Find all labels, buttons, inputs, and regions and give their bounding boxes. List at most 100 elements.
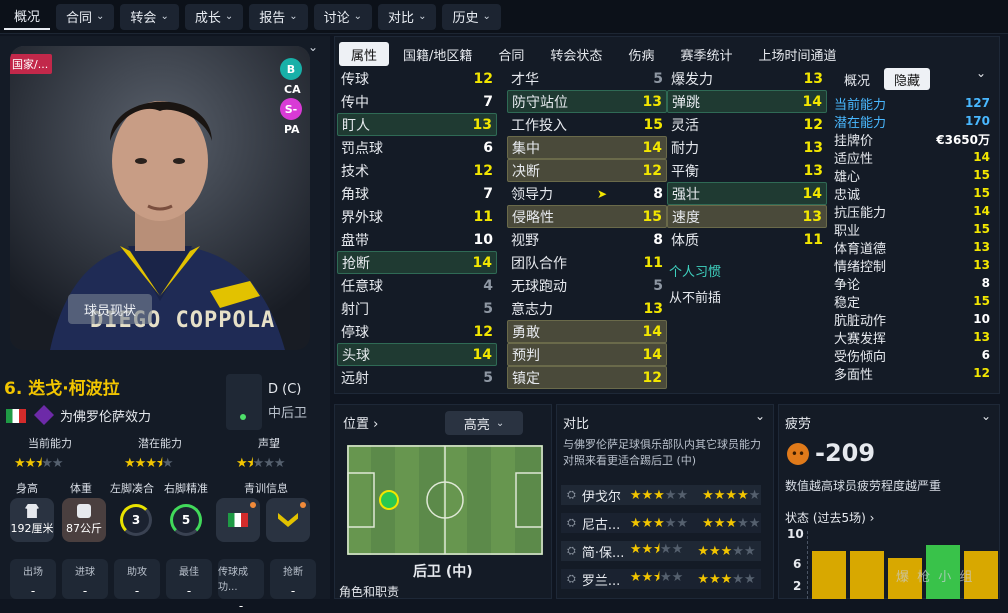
star-icon: ★: [252, 456, 265, 471]
attribute-name: 平衡: [671, 163, 699, 180]
attribute-row[interactable]: 意志力 13: [507, 297, 667, 320]
stat-label: 最佳: [179, 567, 199, 578]
attribute-row[interactable]: 强壮 14: [667, 182, 827, 205]
star-icon: ★: [743, 571, 756, 587]
attribute-row[interactable]: 预判 14: [507, 343, 667, 366]
attribute-row[interactable]: 射门 5: [337, 297, 497, 320]
tab-2[interactable]: 合同: [486, 42, 536, 66]
compare-player-name: 伊戈尔: [581, 489, 621, 505]
hidden-attribute-name: 潜在能力: [834, 115, 887, 131]
club-name[interactable]: 为佛罗伦萨效力: [60, 406, 151, 425]
attribute-row[interactable]: 平衡 13: [667, 159, 827, 182]
tab-5[interactable]: 赛季统计: [668, 42, 744, 66]
attribute-row[interactable]: 界外球 11: [337, 205, 497, 228]
nav-4[interactable]: 报告 ⌄: [249, 3, 308, 30]
attribute-row[interactable]: 抢断 14: [337, 251, 497, 274]
form-title[interactable]: 状态 (过去5场) ›: [785, 509, 874, 526]
attribute-row[interactable]: 才华 5: [507, 67, 667, 90]
attribute-row[interactable]: 集中 14: [507, 136, 667, 159]
chevron-down-icon[interactable]: ⌄: [755, 409, 765, 423]
attribute-row[interactable]: 速度 13: [667, 205, 827, 228]
attribute-row[interactable]: 技术 12: [337, 159, 497, 182]
tab-1[interactable]: 国籍/地区籍: [391, 42, 484, 66]
player-status-button[interactable]: 球员现状: [68, 294, 152, 324]
nav-0[interactable]: 概况: [4, 4, 51, 30]
chevron-down-icon[interactable]: ⌄: [308, 40, 318, 54]
nav-3[interactable]: 成长 ⌄: [184, 3, 244, 30]
chevron-down-icon[interactable]: ⌄: [981, 409, 991, 423]
nav-5[interactable]: 讨论 ⌄: [313, 3, 373, 30]
fiorentina-crest-icon[interactable]: [34, 405, 54, 425]
stat-value: -: [30, 584, 36, 598]
attribute-row[interactable]: 任意球 4: [337, 274, 497, 297]
hidden-tab-1[interactable]: 隐藏: [884, 68, 931, 90]
attribute-row[interactable]: 侵略性 15: [507, 205, 667, 228]
compare-stars-potential: ★★★★★: [702, 516, 760, 531]
roles-title[interactable]: 角色和职责: [339, 583, 399, 600]
star-icon: ★: [713, 515, 726, 531]
attribute-row[interactable]: 体质 11: [667, 228, 827, 251]
tab-6[interactable]: 上场时间通道: [746, 42, 848, 66]
attribute-row[interactable]: 灵活 12: [667, 113, 827, 136]
attribute-row[interactable]: 停球 12: [337, 320, 497, 343]
attribute-row[interactable]: 弹跳 14: [667, 90, 827, 113]
attribute-row[interactable]: 传中 7: [337, 90, 497, 113]
attribute-row[interactable]: 爆发力 13: [667, 67, 827, 90]
compare-row[interactable]: ⛭ 简·保... ★★⯨★★ ★★★★★: [561, 541, 761, 561]
compare-row[interactable]: ⛭ 伊戈尔 ★★★★★ ★★★★★: [561, 485, 761, 505]
compare-row[interactable]: ⛭ 尼古... ★★★★★ ★★★★★: [561, 513, 761, 533]
stat-2[interactable]: 助攻 -: [114, 559, 160, 599]
nav-6[interactable]: 对比 ⌄: [378, 3, 437, 30]
compare-row[interactable]: ⛭ 罗兰... ★★⯨★★ ★★★★★: [561, 569, 761, 589]
stat-5[interactable]: 抢断 -: [270, 559, 316, 599]
attribute-row[interactable]: 工作投入 15: [507, 113, 667, 136]
hidden-attribute-value: 6: [981, 348, 990, 362]
stat-0[interactable]: 出场 -: [10, 559, 56, 599]
attribute-row[interactable]: 远射 5: [337, 366, 497, 389]
attribute-row[interactable]: 领导力 8: [507, 182, 667, 205]
star-icon: ★: [725, 515, 738, 531]
star-icon: ★: [713, 487, 726, 503]
attribute-row[interactable]: 头球 14: [337, 343, 497, 366]
fatigue-title: 疲劳: [785, 417, 812, 432]
hidden-tab-0[interactable]: 概况: [834, 68, 880, 90]
chevron-down-icon: ⌄: [96, 11, 105, 22]
stat-1[interactable]: 进球 -: [62, 559, 108, 599]
attribute-row[interactable]: 团队合作 11: [507, 251, 667, 274]
tab-3[interactable]: 转会状态: [538, 42, 614, 66]
attribute-row[interactable]: 勇敢 14: [507, 320, 667, 343]
attribute-name: 界外球: [341, 209, 383, 226]
hidden-attribute-row: 雄心 15: [834, 166, 998, 185]
tab-0[interactable]: 属性: [339, 42, 390, 66]
attribute-row[interactable]: 决断 12: [507, 159, 667, 182]
nav-7[interactable]: 历史 ⌄: [442, 3, 501, 30]
attribute-row[interactable]: 无球跑动 5: [507, 274, 667, 297]
y-tick-10: 10: [787, 527, 804, 541]
position-title[interactable]: 位置 ›: [343, 413, 378, 432]
nav-2[interactable]: 转会 ⌄: [120, 3, 179, 30]
weight-icon: [77, 504, 91, 518]
position-name: 中后卫: [268, 406, 308, 421]
stat-4[interactable]: 传球成功... -: [218, 559, 264, 613]
stat-3[interactable]: 最佳 -: [166, 559, 212, 599]
nav-1[interactable]: 合同 ⌄: [56, 3, 115, 30]
hidden-attribute-row: 稳定 15: [834, 292, 998, 311]
position-panel: 位置 › 高亮 ⌄ 后卫 (中) 角色和职责: [334, 404, 552, 599]
attribute-row[interactable]: 防守站位 13: [507, 90, 667, 113]
hidden-attribute-row: 多面性 12: [834, 364, 998, 383]
attribute-row[interactable]: 盘带 10: [337, 228, 497, 251]
attribute-value: 11: [643, 254, 663, 271]
compare-panel: 对比 ⌄ 与佛罗伦萨足球俱乐部队内其它球员能力对照来看更适合踢后卫 (中) ⛭ 伊…: [556, 404, 774, 599]
attribute-row[interactable]: 传球 12: [337, 67, 497, 90]
national-team-tag[interactable]: 国家/...: [10, 54, 53, 74]
attribute-row[interactable]: 耐力 13: [667, 136, 827, 159]
chevron-down-icon: ⌄: [482, 11, 491, 22]
attribute-row[interactable]: 罚点球 6: [337, 136, 497, 159]
attribute-row[interactable]: 视野 8: [507, 228, 667, 251]
chevron-down-icon[interactable]: ⌄: [976, 66, 986, 80]
attribute-row[interactable]: 角球 7: [337, 182, 497, 205]
highlight-dropdown[interactable]: 高亮 ⌄: [445, 411, 523, 435]
tab-4[interactable]: 伤病: [616, 42, 666, 66]
attribute-row[interactable]: 镇定 12: [507, 366, 667, 389]
attribute-row[interactable]: 盯人 13: [337, 113, 497, 136]
